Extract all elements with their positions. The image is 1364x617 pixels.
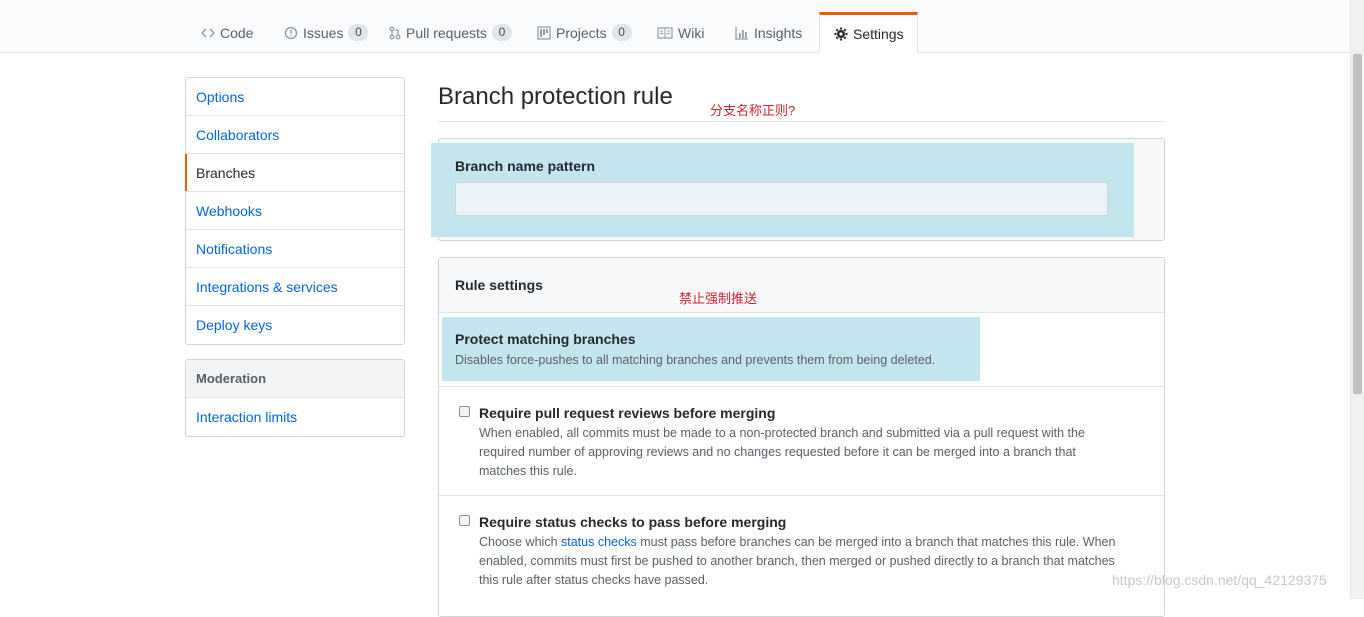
rule-settings-header	[439, 258, 1164, 313]
status-checks-text: Choose which	[479, 535, 561, 549]
moderation-sidebar: Moderation Interaction limits	[185, 359, 405, 437]
issues-count: 0	[348, 24, 369, 41]
moderation-heading: Moderation	[186, 360, 404, 398]
watermark: https://blog.csdn.net/qq_42129375	[1112, 572, 1327, 588]
tab-settings[interactable]: Settings	[819, 12, 918, 53]
rule-settings-heading: Rule settings	[455, 277, 543, 293]
book-icon	[657, 26, 673, 39]
settings-sidebar: Options Collaborators Branches Webhooks …	[185, 77, 405, 345]
tab-pull-requests[interactable]: Pull requests 0	[375, 13, 526, 52]
title-divider	[438, 121, 1165, 122]
sidebar-item-collaborators[interactable]: Collaborators	[186, 116, 404, 154]
tab-wiki-label: Wiki	[678, 24, 705, 41]
force-push-annotation: 禁止强制推送	[679, 291, 758, 306]
project-icon	[537, 25, 551, 40]
protect-branches-title: Protect matching branches	[455, 331, 636, 347]
pull-request-icon	[389, 26, 401, 40]
require-status-checks-description: Choose which status checks must pass bef…	[479, 533, 1115, 590]
status-checks-line: enabled, commits must first be pushed to…	[479, 554, 1115, 568]
rule-divider	[439, 386, 1164, 387]
scrollbar-thumb[interactable]	[1353, 54, 1362, 394]
require-reviews-title[interactable]: Require pull request reviews before merg…	[479, 405, 775, 421]
tab-insights[interactable]: Insights	[721, 13, 816, 52]
page-title: Branch protection rule	[438, 83, 673, 110]
tab-insights-label: Insights	[754, 24, 803, 41]
projects-count: 0	[611, 24, 632, 41]
protect-highlight	[442, 317, 980, 381]
repo-nav: Code Issues 0 Pull requests 0 Projects 0…	[0, 0, 1350, 53]
tab-issues[interactable]: Issues 0	[270, 13, 382, 52]
status-checks-line: this rule after status checks have passe…	[479, 573, 709, 587]
tab-issues-label: Issues	[303, 24, 344, 41]
graph-icon	[735, 26, 749, 40]
require-reviews-line: required number of approving reviews and…	[479, 445, 1076, 459]
tab-wiki[interactable]: Wiki	[643, 13, 718, 52]
branch-name-pattern-input[interactable]	[455, 182, 1108, 216]
status-checks-text: must pass before branches can be merged …	[636, 535, 1116, 549]
status-checks-first-line: Choose which status checks must pass bef…	[479, 533, 1115, 552]
code-icon	[201, 27, 215, 39]
protect-branches-description: Disables force-pushes to all matching br…	[455, 353, 936, 367]
require-reviews-line: When enabled, all commits must be made t…	[479, 426, 1085, 440]
sidebar-item-options[interactable]: Options	[186, 78, 404, 116]
pattern-label: Branch name pattern	[455, 158, 596, 174]
require-reviews-checkbox[interactable]	[459, 406, 470, 417]
sidebar-item-webhooks[interactable]: Webhooks	[186, 192, 404, 230]
require-reviews-line: matches this rule.	[479, 464, 577, 478]
gear-icon	[834, 27, 848, 41]
pull-requests-count: 0	[491, 24, 512, 41]
tab-projects[interactable]: Projects 0	[523, 13, 646, 52]
tab-projects-label: Projects	[556, 24, 607, 41]
tab-code-label: Code	[220, 24, 254, 41]
sidebar-item-deploy-keys[interactable]: Deploy keys	[186, 306, 404, 344]
require-status-checks-checkbox[interactable]	[459, 515, 470, 526]
sidebar-item-interaction-limits[interactable]: Interaction limits	[186, 398, 404, 436]
tab-settings-label: Settings	[853, 25, 904, 42]
tab-code[interactable]: Code	[187, 13, 267, 52]
issue-icon	[284, 26, 298, 40]
tab-pull-requests-label: Pull requests	[406, 24, 487, 41]
status-checks-link[interactable]: status checks	[561, 535, 637, 549]
rule-divider	[439, 495, 1164, 496]
require-reviews-description: When enabled, all commits must be made t…	[479, 424, 1085, 481]
require-status-checks-title[interactable]: Require status checks to pass before mer…	[479, 514, 786, 530]
sidebar-item-integrations[interactable]: Integrations & services	[186, 268, 404, 306]
sidebar-item-notifications[interactable]: Notifications	[186, 230, 404, 268]
sidebar-item-branches[interactable]: Branches	[185, 154, 404, 192]
vertical-scrollbar[interactable]	[1350, 0, 1364, 599]
pattern-annotation: 分支名称正则?	[710, 103, 796, 118]
